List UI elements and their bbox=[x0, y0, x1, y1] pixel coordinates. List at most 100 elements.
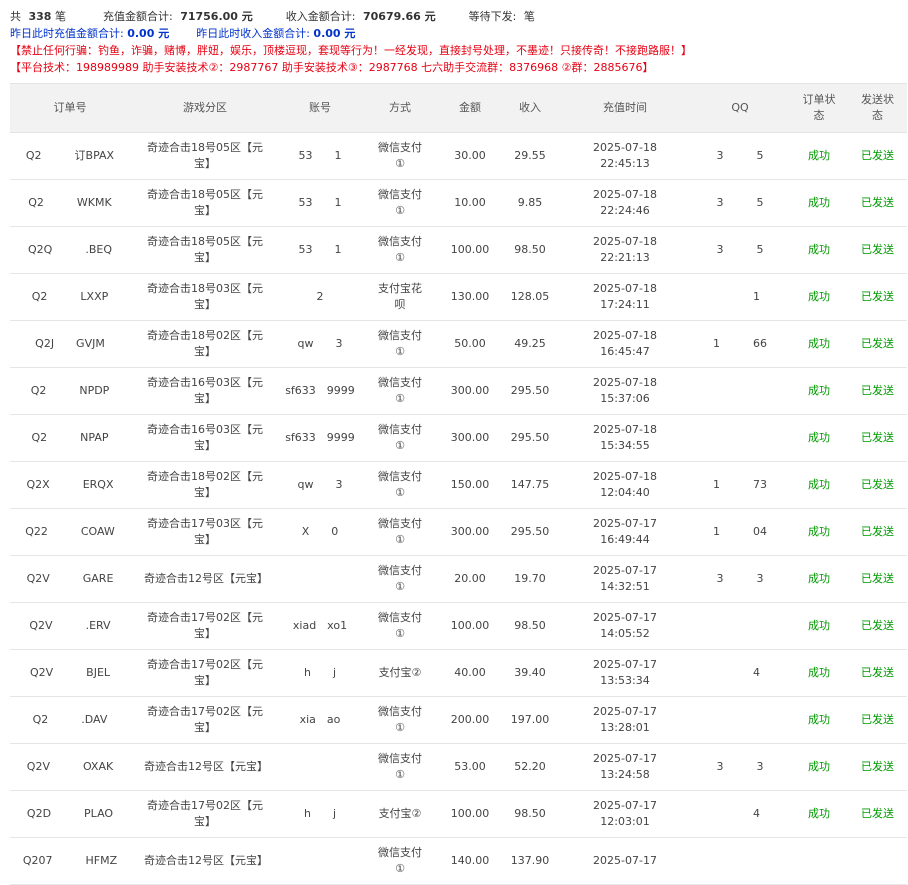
method-cell: 微信支付① bbox=[360, 696, 440, 744]
table-row: Q2V OXAK 奇迹合击12号区【元宝】 微信支付① 53.00 52.20 2025-… bbox=[10, 743, 907, 791]
account-cell: sf633 9999 bbox=[280, 367, 360, 415]
amount-cell: 300.00 bbox=[440, 367, 500, 415]
order-status-cell: 成功 bbox=[790, 226, 848, 274]
send-status-cell: 已发送 bbox=[848, 461, 907, 509]
col-order-status: 订单状态 bbox=[790, 83, 848, 133]
time-clock: 16:49:44 bbox=[600, 533, 650, 546]
qq-cell: 3 5 bbox=[690, 179, 790, 227]
account-cell bbox=[280, 555, 360, 603]
col-order: 订单号 bbox=[10, 83, 130, 133]
time-clock: 13:24:58 bbox=[600, 768, 650, 781]
time-date: 2025-07-18 bbox=[593, 470, 657, 483]
account-cell: 53 1 bbox=[280, 179, 360, 227]
order-status-cell: 成功 bbox=[790, 273, 848, 321]
account-cell: h j bbox=[280, 790, 360, 838]
time-clock: 22:24:46 bbox=[600, 204, 650, 217]
zone-cell: 奇迹合击17号02区【元宝】 bbox=[130, 602, 280, 650]
table-row: Q2V GARE 奇迹合击12号区【元宝】 微信支付① 20.00 19.70 2025-… bbox=[10, 555, 907, 603]
table-row: Q22 COAW 奇迹合击17号03区【元宝】 X 0 微信支付① 300.00 295.… bbox=[10, 508, 907, 556]
amount-cell: 100.00 bbox=[440, 602, 500, 650]
pending-label: 等待下发: bbox=[468, 10, 517, 23]
time-cell: 2025-07-17 13:24:58 bbox=[560, 743, 690, 791]
qq-cell bbox=[690, 837, 790, 885]
time-cell: 2025-07-17 16:49:44 bbox=[560, 508, 690, 556]
table-row: Q2J GVJM 奇迹合击18号02区【元宝】 qw 3 微信支付① 50.00 49.2… bbox=[10, 320, 907, 368]
send-status-cell: 已发送 bbox=[848, 320, 907, 368]
send-status-cell: 已发送 bbox=[848, 367, 907, 415]
order-cell: Q2V GARE bbox=[10, 555, 130, 603]
income-cell: 137.90 bbox=[500, 837, 560, 885]
account-cell: 2 bbox=[280, 273, 360, 321]
order-status-cell: 成功 bbox=[790, 696, 848, 744]
send-status-cell: 已发送 bbox=[848, 602, 907, 650]
income-cell: 98.50 bbox=[500, 602, 560, 650]
table-row: Q2 订BPAX 奇迹合击18号05区【元宝】 53 1 微信支付① 30.00 29.5… bbox=[10, 132, 907, 180]
amount-cell: 100.00 bbox=[440, 790, 500, 838]
col-amount: 金额 bbox=[440, 83, 500, 133]
order-cell: Q2 .DAV bbox=[10, 696, 130, 744]
time-clock: 12:04:40 bbox=[600, 486, 650, 499]
time-date: 2025-07-17 bbox=[593, 705, 657, 718]
recharge-total-label: 充值金额合计: bbox=[102, 10, 173, 23]
account-cell: xia ao bbox=[280, 696, 360, 744]
time-date: 2025-07-17 bbox=[593, 752, 657, 765]
account-cell: 53 1 bbox=[280, 132, 360, 180]
order-status-cell: 成功 bbox=[790, 649, 848, 697]
send-status-cell: 已发送 bbox=[848, 555, 907, 603]
amount-cell: 300.00 bbox=[440, 414, 500, 462]
table-row: Q2 NPDP 奇迹合击16号03区【元宝】 sf633 9999 微信支付① 300.… bbox=[10, 367, 907, 415]
table-row: Q2 .DAV 奇迹合击17号02区【元宝】 xia ao 微信支付① 200.00 19… bbox=[10, 696, 907, 744]
order-status-cell bbox=[790, 837, 848, 885]
col-qq: QQ bbox=[690, 83, 790, 133]
col-send-status: 发送状态 bbox=[848, 83, 907, 133]
table-header-row: 订单号 游戏分区 账号 方式 金额 收入 充值时间 QQ 订单状态 发送状态 bbox=[10, 83, 907, 133]
income-cell: 98.50 bbox=[500, 790, 560, 838]
send-status-cell: 已发送 bbox=[848, 790, 907, 838]
time-cell: 2025-07-18 12:04:40 bbox=[560, 461, 690, 509]
time-cell: 2025-07-17 14:32:51 bbox=[560, 555, 690, 603]
yesterday-income-label: 昨日此时收入金额合计: bbox=[196, 27, 310, 40]
zone-cell: 奇迹合击18号02区【元宝】 bbox=[130, 461, 280, 509]
order-cell: Q207 HFMZ bbox=[10, 837, 130, 885]
qq-cell: 3 3 bbox=[690, 743, 790, 791]
account-cell bbox=[280, 837, 360, 885]
amount-cell: 10.00 bbox=[440, 179, 500, 227]
order-status-cell: 成功 bbox=[790, 790, 848, 838]
method-cell: 微信支付① bbox=[360, 743, 440, 791]
qq-cell: 3 5 bbox=[690, 132, 790, 180]
income-cell: 9.85 bbox=[500, 179, 560, 227]
order-cell: Q2V .ERV bbox=[10, 602, 130, 650]
amount-cell: 53.00 bbox=[440, 743, 500, 791]
order-cell: Q2 LXXP bbox=[10, 273, 130, 321]
time-clock: 17:24:11 bbox=[600, 298, 650, 311]
time-cell: 2025-07-17 13:28:01 bbox=[560, 696, 690, 744]
method-cell: 微信支付① bbox=[360, 367, 440, 415]
table-row: Q2V BJEL 奇迹合击17号02区【元宝】 h j 支付宝② 40.00 39.40 2… bbox=[10, 649, 907, 697]
method-cell: 微信支付① bbox=[360, 226, 440, 274]
time-clock: 14:05:52 bbox=[600, 627, 650, 640]
method-cell: 微信支付① bbox=[360, 837, 440, 885]
income-cell: 128.05 bbox=[500, 273, 560, 321]
send-status-cell: 已发送 bbox=[848, 179, 907, 227]
order-status-cell: 成功 bbox=[790, 320, 848, 368]
col-account: 账号 bbox=[280, 83, 360, 133]
orders-table-wrap: 订单号 游戏分区 账号 方式 金额 收入 充值时间 QQ 订单状态 发送状态 Q… bbox=[10, 83, 907, 885]
time-date: 2025-07-18 bbox=[593, 329, 657, 342]
table-row: Q2X ERQX 奇迹合击18号02区【元宝】 qw 3 微信支付① 150.00 147… bbox=[10, 461, 907, 509]
time-date: 2025-07-17 bbox=[593, 658, 657, 671]
time-cell: 2025-07-18 15:37:06 bbox=[560, 367, 690, 415]
send-status-cell: 已发送 bbox=[848, 743, 907, 791]
income-cell: 29.55 bbox=[500, 132, 560, 180]
send-status-cell: 已发送 bbox=[848, 132, 907, 180]
account-cell: xiad xo1 bbox=[280, 602, 360, 650]
col-time: 充值时间 bbox=[560, 83, 690, 133]
amount-cell: 30.00 bbox=[440, 132, 500, 180]
zone-cell: 奇迹合击18号02区【元宝】 bbox=[130, 320, 280, 368]
time-clock: 12:03:01 bbox=[600, 815, 650, 828]
order-cell: Q2 订BPAX bbox=[10, 132, 130, 180]
income-cell: 19.70 bbox=[500, 555, 560, 603]
send-status-cell: 已发送 bbox=[848, 414, 907, 462]
order-cell: Q2V BJEL bbox=[10, 649, 130, 697]
qq-cell: 4 bbox=[690, 790, 790, 838]
method-cell: 微信支付① bbox=[360, 414, 440, 462]
